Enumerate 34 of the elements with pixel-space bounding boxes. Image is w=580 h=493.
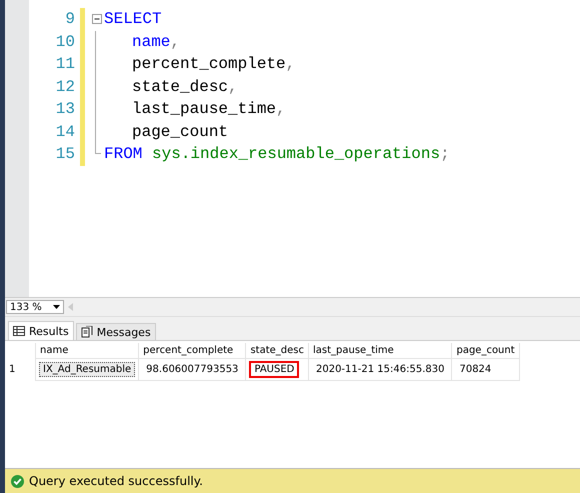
table-cell-text: 2020-11-21 15:46:55.830 <box>314 363 446 377</box>
table-cell-text: 98.606007793553 <box>145 363 240 377</box>
line-number: 14 <box>54 122 75 141</box>
zoom-dropdown[interactable]: 133 % <box>6 300 64 314</box>
column-header: page_count <box>452 343 520 358</box>
results-tab[interactable]: Messages <box>76 323 156 340</box>
results-tab[interactable]: Results <box>8 321 74 340</box>
code-line: name, <box>131 32 180 51</box>
row-number: 1 <box>5 358 36 380</box>
line-number: 11 <box>54 55 75 74</box>
grid-icon <box>13 326 25 336</box>
column-header: percent_complete <box>138 343 246 358</box>
status-message: Query executed successfully. <box>29 474 203 488</box>
code-line: FROM sys.index_resumable_operations; <box>104 145 450 164</box>
table-cell: IX_Ad_Resumable <box>39 362 136 377</box>
line-number: 13 <box>54 100 75 118</box>
check-icon <box>11 474 24 488</box>
line-number: 15 <box>54 145 75 164</box>
column-header: state_desc <box>246 343 308 358</box>
code-line: page_count <box>131 122 228 141</box>
document-icon <box>80 326 93 338</box>
line-number: 12 <box>54 78 75 96</box>
line-number: 9 <box>64 10 75 28</box>
caret-icon <box>53 305 60 309</box>
code-line: state_desc, <box>131 78 238 96</box>
column-header: last_pause_time <box>308 343 452 358</box>
column-header: name <box>36 343 139 358</box>
code-line: last_pause_time, <box>131 100 286 118</box>
code-line: SELECT <box>104 10 162 28</box>
collapse-icon[interactable] <box>92 14 102 24</box>
line-number: 10 <box>54 32 75 51</box>
table-cell-text: 70824 <box>458 363 492 377</box>
code-line: percent_complete, <box>131 55 296 74</box>
table-cell: PAUSED <box>249 361 300 378</box>
